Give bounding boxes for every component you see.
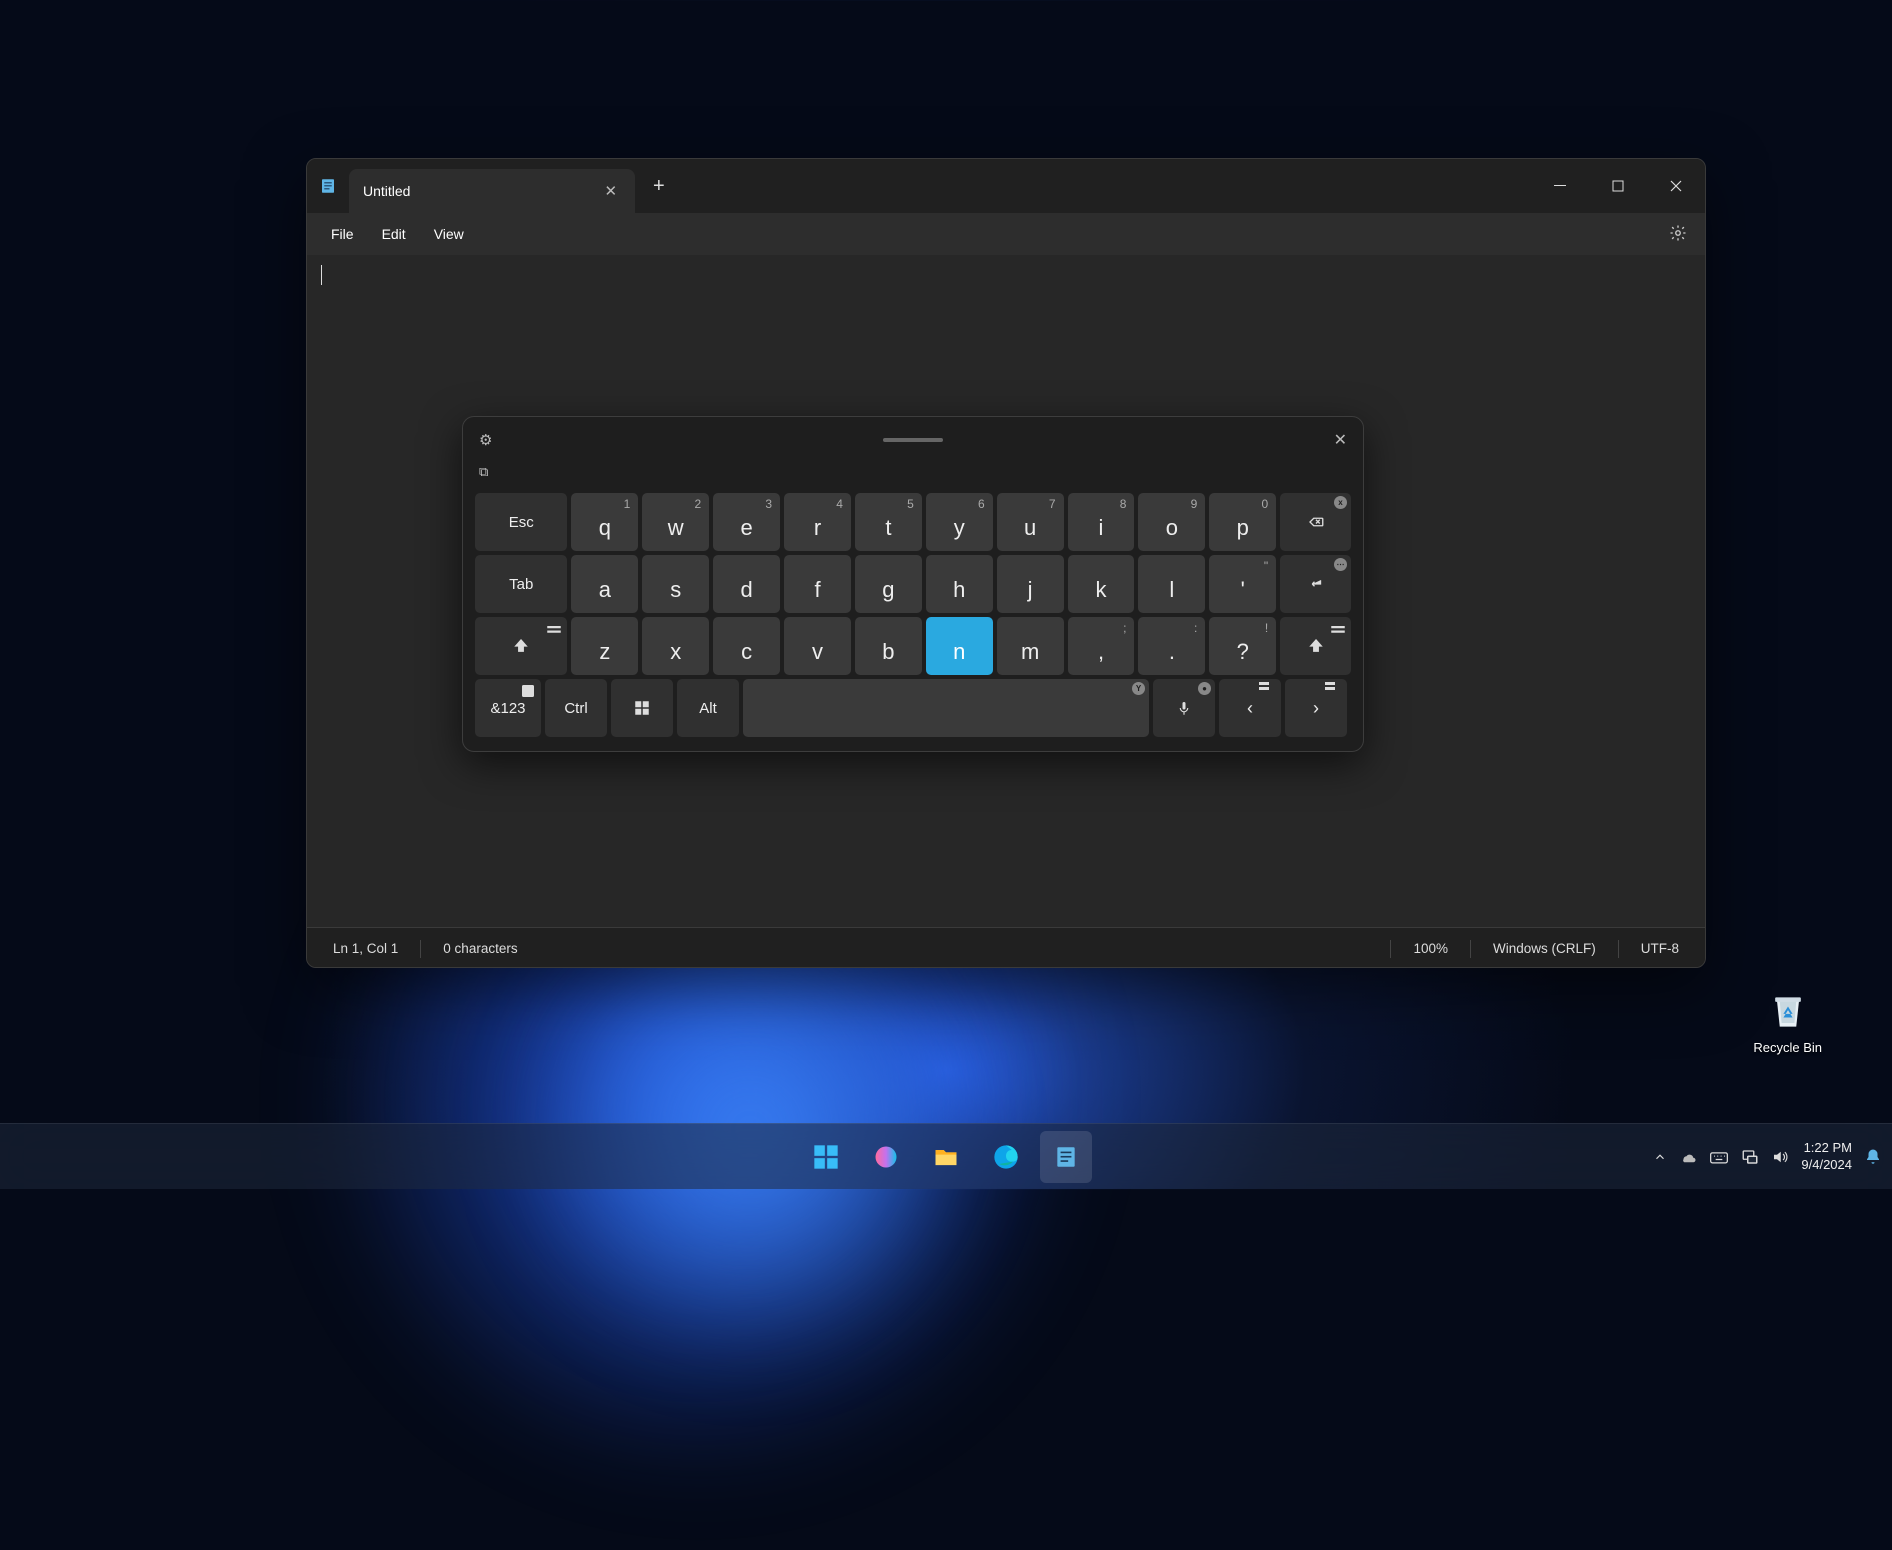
status-line-ending[interactable]: Windows (CRLF) <box>1489 941 1600 956</box>
tab-close-icon[interactable]: ✕ <box>600 178 621 204</box>
key-f[interactable]: f <box>784 555 851 613</box>
close-button[interactable] <box>1647 164 1705 208</box>
key-r[interactable]: 4r <box>784 493 851 551</box>
key-z[interactable]: z <box>571 617 638 675</box>
key-microphone[interactable]: ● <box>1153 679 1215 737</box>
key-space[interactable]: Y <box>743 679 1149 737</box>
new-tab-button[interactable]: + <box>635 175 683 198</box>
key-ctrl[interactable]: Ctrl <box>545 679 607 737</box>
status-line-col[interactable]: Ln 1, Col 1 <box>329 941 402 956</box>
key-w[interactable]: 2w <box>642 493 709 551</box>
tray-chevron[interactable] <box>1653 1150 1667 1164</box>
status-zoom[interactable]: 100% <box>1409 941 1452 956</box>
key-m[interactable]: m <box>997 617 1064 675</box>
recycle-bin[interactable]: Recycle Bin <box>1753 990 1822 1055</box>
recycle-bin-icon <box>1766 990 1810 1034</box>
key-tab[interactable]: Tab <box>475 555 567 613</box>
osk-expand-icon[interactable]: ⧉ <box>479 464 488 480</box>
menu-view[interactable]: View <box>420 218 478 250</box>
key-u[interactable]: 7u <box>997 493 1064 551</box>
key-shift-right[interactable] <box>1280 617 1351 675</box>
maximize-button[interactable] <box>1589 164 1647 208</box>
titlebar[interactable]: Untitled ✕ + <box>307 159 1705 213</box>
key-esc[interactable]: Esc <box>475 493 567 551</box>
settings-button[interactable] <box>1661 216 1695 253</box>
key-y[interactable]: 6y <box>926 493 993 551</box>
menu-file[interactable]: File <box>317 218 368 250</box>
osk-close-icon[interactable]: ✕ <box>1330 430 1351 450</box>
minimize-button[interactable] <box>1531 164 1589 208</box>
text-caret <box>321 265 322 285</box>
key-v[interactable]: v <box>784 617 851 675</box>
key-j[interactable]: j <box>997 555 1064 613</box>
key-p[interactable]: 0p <box>1209 493 1276 551</box>
notepad-taskbar-icon[interactable] <box>1040 1131 1092 1183</box>
key-e[interactable]: 3e <box>713 493 780 551</box>
menu-edit[interactable]: Edit <box>368 218 420 250</box>
key-period[interactable]: :. <box>1138 617 1205 675</box>
key-c[interactable]: c <box>713 617 780 675</box>
key-apostrophe[interactable]: "' <box>1209 555 1276 613</box>
recycle-bin-label: Recycle Bin <box>1753 1040 1822 1055</box>
key-a[interactable]: a <box>571 555 638 613</box>
tab-title: Untitled <box>363 183 410 199</box>
key-backspace[interactable]: x <box>1280 493 1351 551</box>
key-q[interactable]: 1q <box>571 493 638 551</box>
start-button[interactable] <box>800 1131 852 1183</box>
notepad-app-icon <box>307 177 349 195</box>
osk-drag-handle[interactable] <box>496 438 1329 442</box>
status-encoding[interactable]: UTF-8 <box>1637 941 1683 956</box>
key-enter[interactable]: ⋯ <box>1280 555 1351 613</box>
key-h[interactable]: h <box>926 555 993 613</box>
key-k[interactable]: k <box>1068 555 1135 613</box>
key-d[interactable]: d <box>713 555 780 613</box>
key-i[interactable]: 8i <box>1068 493 1135 551</box>
key-comma[interactable]: ;, <box>1068 617 1135 675</box>
tab-untitled[interactable]: Untitled ✕ <box>349 169 635 213</box>
key-n[interactable]: n <box>926 617 993 675</box>
key-x[interactable]: x <box>642 617 709 675</box>
on-screen-keyboard: ⚙ ✕ ⧉ Esc1q2w3e4r5t6y7u8i9o0px Tabasdfgh… <box>462 416 1364 752</box>
osk-settings-icon[interactable]: ⚙ <box>475 431 496 449</box>
key-g[interactable]: g <box>855 555 922 613</box>
taskbar: 1:22 PM 9/4/2024 <box>0 1123 1892 1189</box>
tray-network-icon[interactable] <box>1741 1148 1759 1166</box>
status-char-count[interactable]: 0 characters <box>439 941 521 956</box>
tray-clock[interactable]: 1:22 PM 9/4/2024 <box>1801 1140 1852 1173</box>
key-right[interactable]: › <box>1285 679 1347 737</box>
key-win[interactable] <box>611 679 673 737</box>
key-question[interactable]: !? <box>1209 617 1276 675</box>
key-shift-left[interactable] <box>475 617 567 675</box>
tray-date: 9/4/2024 <box>1801 1157 1852 1173</box>
key-b[interactable]: b <box>855 617 922 675</box>
tray-notifications-icon[interactable] <box>1864 1148 1882 1166</box>
key-alt[interactable]: Alt <box>677 679 739 737</box>
tray-volume-icon[interactable] <box>1771 1148 1789 1166</box>
tray-time: 1:22 PM <box>1801 1140 1852 1156</box>
edge-icon[interactable] <box>980 1131 1032 1183</box>
tray-keyboard-icon[interactable] <box>1709 1147 1729 1167</box>
key-o[interactable]: 9o <box>1138 493 1205 551</box>
copilot-icon[interactable] <box>860 1131 912 1183</box>
statusbar: Ln 1, Col 1 0 characters 100% Windows (C… <box>307 927 1705 968</box>
key-t[interactable]: 5t <box>855 493 922 551</box>
key-s[interactable]: s <box>642 555 709 613</box>
menubar: File Edit View <box>307 213 1705 255</box>
key-left[interactable]: ‹ <box>1219 679 1281 737</box>
file-explorer-icon[interactable] <box>920 1131 972 1183</box>
key-l[interactable]: l <box>1138 555 1205 613</box>
tray-onedrive-icon[interactable] <box>1679 1148 1697 1166</box>
key-symbols[interactable]: &123 <box>475 679 541 737</box>
